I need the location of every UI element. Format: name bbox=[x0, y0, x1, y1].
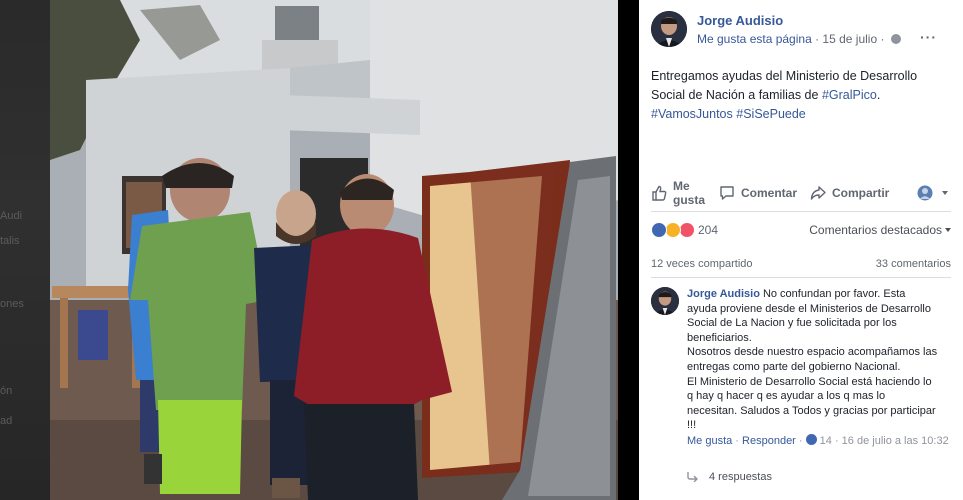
comment-line: !!! bbox=[687, 419, 697, 432]
react-as-selector[interactable] bbox=[917, 185, 948, 201]
comment-line: ayuda proviene desde el Ministerios de D… bbox=[687, 302, 931, 315]
meta-separator: · bbox=[732, 435, 743, 447]
comment-timestamp[interactable]: 16 de julio a las 10:32 bbox=[842, 435, 949, 447]
ghost-text: ón bbox=[0, 385, 13, 397]
comment-sort-dropdown[interactable]: Comentarios destacados bbox=[809, 223, 951, 237]
avatar-image bbox=[651, 11, 687, 47]
love-reaction-icon bbox=[679, 222, 695, 238]
chevron-down-icon bbox=[945, 228, 951, 232]
share-label: Compartir bbox=[832, 186, 890, 200]
post-text: Entregamos ayudas del Ministerio de Desa… bbox=[651, 67, 951, 124]
ghost-text: ones bbox=[0, 298, 24, 310]
like-label-line1: Me bbox=[673, 179, 690, 193]
hashtag-gralpico[interactable]: #GralPico bbox=[822, 88, 877, 102]
post-author-name[interactable]: Jorge Audisio bbox=[697, 13, 783, 28]
more-options-icon[interactable]: ··· bbox=[920, 29, 937, 45]
hashtag-sisepuede[interactable]: #SiSePuede bbox=[736, 107, 806, 121]
profile-selector-icon bbox=[917, 185, 933, 201]
comment-line: Nosotros desde nuestro espacio acompañam… bbox=[687, 346, 938, 359]
comment-sort-label: Comentarios destacados bbox=[809, 223, 942, 237]
view-replies-link[interactable]: 4 respuestas bbox=[687, 471, 772, 483]
comment-line: necesitan. Saludos a Todos y gracias por… bbox=[687, 404, 936, 417]
meta-separator: · bbox=[877, 32, 888, 46]
like-reaction-icon bbox=[651, 222, 667, 238]
meta-separator: · bbox=[811, 32, 823, 46]
background-page-peek: Audi talis ones ón ad bbox=[0, 0, 50, 500]
comment-line: beneficiarios. bbox=[687, 331, 752, 344]
post-meta: Me gusta esta página · 15 de julio · bbox=[697, 32, 901, 46]
comment-line: entregas como parte del gobierno Naciona… bbox=[687, 360, 901, 373]
comment-line: El Ministerio de Desarrollo Social está … bbox=[687, 375, 932, 388]
wow-reaction-icon bbox=[665, 222, 681, 238]
comment-count[interactable]: 33 comentarios bbox=[876, 258, 951, 270]
comment-line: Social de La Nacion y fue solicitada por… bbox=[687, 317, 897, 330]
comment-button[interactable]: Comentar bbox=[719, 185, 797, 201]
post-header: Jorge Audisio Me gusta esta página · 15 … bbox=[651, 11, 951, 51]
comment-like-count[interactable]: 14 bbox=[820, 435, 832, 447]
ghost-text: talis bbox=[0, 235, 20, 247]
post-date[interactable]: 15 de julio bbox=[822, 32, 877, 46]
thumbs-up-icon bbox=[652, 185, 667, 201]
replies-label: 4 respuestas bbox=[709, 471, 772, 483]
meta-separator: · bbox=[795, 435, 806, 447]
comment-reply-link[interactable]: Responder bbox=[742, 435, 796, 447]
like-reaction-icon bbox=[805, 434, 817, 445]
post-side-panel: Jorge Audisio Me gusta esta página · 15 … bbox=[639, 0, 963, 500]
meta-separator: · bbox=[831, 435, 842, 447]
post-stats: 12 veces compartido 33 comentarios bbox=[651, 248, 951, 278]
reply-arrow-icon bbox=[687, 472, 698, 482]
share-button[interactable]: Compartir bbox=[810, 185, 889, 201]
reactions-row: 204 Comentarios destacados bbox=[651, 220, 951, 240]
like-label-line2: gusta bbox=[673, 193, 706, 207]
hashtag-vamosjuntos[interactable]: #VamosJuntos bbox=[651, 107, 733, 121]
post-text-period: . bbox=[876, 88, 881, 102]
author-avatar[interactable] bbox=[651, 11, 687, 47]
share-count[interactable]: 12 veces compartido bbox=[651, 258, 753, 270]
comment-line: No confundan por favor. Esta bbox=[762, 288, 906, 300]
post-actions-bar: Me gusta Comentar Compartir bbox=[651, 176, 951, 212]
comment-line: q hay q hacer q es ayudar a los q mas lo bbox=[687, 390, 886, 403]
commenter-avatar[interactable] bbox=[651, 287, 679, 315]
comment-body: Jorge Audisio No confundan por favor. Est… bbox=[687, 287, 951, 433]
comment-label: Comentar bbox=[741, 186, 798, 200]
photo-viewer-backdrop: Audi talis ones ón ad bbox=[0, 0, 639, 500]
ghost-text: Audi bbox=[0, 210, 23, 222]
post-photo[interactable] bbox=[50, 0, 618, 500]
commenter-name[interactable]: Jorge Audisio bbox=[687, 288, 760, 300]
photo-viewer-edge bbox=[618, 0, 639, 500]
photo-illustration bbox=[50, 0, 618, 500]
comment-meta: Me gusta · Responder · 14 · 16 de julio … bbox=[687, 434, 951, 449]
reaction-count[interactable]: 204 bbox=[698, 223, 718, 237]
comment-like-link[interactable]: Me gusta bbox=[687, 435, 732, 447]
like-button[interactable]: Me gusta bbox=[651, 179, 705, 207]
comment-icon bbox=[720, 186, 734, 200]
share-icon bbox=[810, 186, 826, 200]
like-page-link[interactable]: Me gusta esta página bbox=[697, 32, 812, 46]
reaction-icons[interactable] bbox=[651, 222, 699, 238]
chevron-down-icon bbox=[942, 191, 948, 195]
avatar-image bbox=[651, 287, 679, 315]
ghost-text: ad bbox=[0, 415, 13, 427]
globe-icon bbox=[890, 34, 901, 44]
